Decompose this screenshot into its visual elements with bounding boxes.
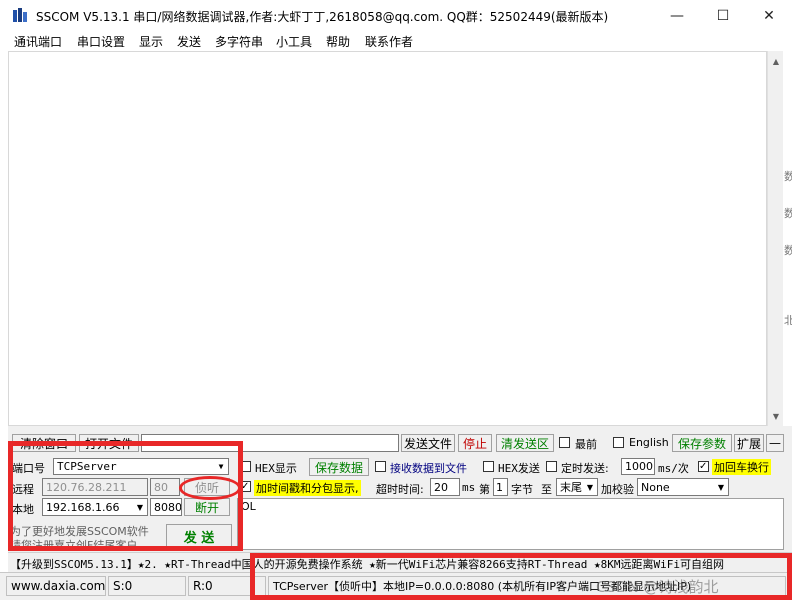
- hex-send-checkbox[interactable]: [483, 461, 494, 472]
- menu-bar: 通讯端口 串口设置 显示 发送 多字符串 小工具 帮助 联系作者: [8, 31, 792, 51]
- chevron-down-icon: ▼: [717, 482, 725, 492]
- timed-send-label: 定时发送:: [561, 462, 609, 475]
- interval-unit: ms/次: [658, 462, 689, 475]
- save-params-button[interactable]: 保存参数: [672, 434, 732, 452]
- status-website[interactable]: www.daxia.com: [6, 576, 106, 596]
- scroll-up-icon[interactable]: ▲: [768, 53, 784, 69]
- collapse-button[interactable]: —: [766, 434, 784, 452]
- menu-help[interactable]: 帮助: [326, 33, 350, 50]
- receive-to-file-checkbox[interactable]: [375, 461, 386, 472]
- maximize-button[interactable]: ☐: [700, 0, 746, 31]
- timeout-unit: ms: [462, 481, 476, 494]
- menu-send[interactable]: 发送: [177, 33, 201, 50]
- title-bar[interactable]: SSCOM V5.13.1 串口/网络数据调试器,作者:大虾丁丁,2618058…: [0, 0, 792, 31]
- edge-text: 北: [784, 314, 792, 327]
- menu-multi-string[interactable]: 多字符串: [215, 33, 263, 50]
- byte-from-field[interactable]: 1: [493, 478, 508, 496]
- menu-display[interactable]: 显示: [139, 33, 163, 50]
- timeout-field[interactable]: 20: [430, 478, 460, 496]
- to-select[interactable]: 末尾 ▼: [556, 478, 598, 496]
- receive-area[interactable]: [8, 51, 767, 426]
- status-sent-count: S:0: [108, 576, 186, 596]
- byte-from-label: 第: [479, 483, 490, 496]
- minimize-button[interactable]: —: [654, 0, 700, 31]
- send-text: OL: [241, 500, 256, 513]
- timestamp-label: 加时间戳和分包显示,: [254, 480, 361, 496]
- to-label: 至: [541, 483, 552, 496]
- to-value: 末尾: [560, 481, 582, 494]
- checksum-label: 加校验: [601, 483, 634, 496]
- expand-button[interactable]: 扩展: [734, 434, 764, 452]
- save-data-button[interactable]: 保存数据: [309, 458, 369, 476]
- app-icon: [13, 8, 27, 22]
- timed-send-checkbox[interactable]: [546, 461, 557, 472]
- topmost-checkbox[interactable]: [559, 437, 570, 448]
- edge-text: 数: [784, 244, 792, 257]
- menu-tools[interactable]: 小工具: [276, 33, 312, 50]
- checksum-value: None: [641, 480, 670, 494]
- scroll-down-icon[interactable]: ▼: [768, 408, 784, 424]
- timeout-label: 超时时间:: [376, 483, 424, 496]
- edge-text: 数: [784, 170, 792, 183]
- hex-display-label: HEX显示: [255, 462, 297, 475]
- window-title: SSCOM V5.13.1 串口/网络数据调试器,作者:大虾丁丁,2618058…: [36, 10, 609, 24]
- english-checkbox[interactable]: [613, 437, 624, 448]
- highlight-circle-listen: [179, 476, 241, 500]
- add-crlf-checkbox[interactable]: [698, 461, 709, 472]
- highlight-box-status: [250, 553, 792, 600]
- topmost-label: 最前: [575, 438, 597, 451]
- menu-port-settings[interactable]: 串口设置: [77, 33, 125, 50]
- checksum-select[interactable]: None ▼: [637, 478, 729, 496]
- vertical-scrollbar[interactable]: ▲ ▼: [767, 51, 783, 426]
- clear-send-button[interactable]: 清发送区: [496, 434, 554, 452]
- interval-field[interactable]: 1000: [621, 458, 655, 475]
- edge-text: 数: [784, 207, 792, 220]
- background-window-edge: [783, 51, 792, 426]
- receive-to-file-label: 接收数据到文件: [390, 462, 467, 475]
- hex-send-label: HEX发送: [498, 462, 540, 475]
- byte-unit-label: 字节: [511, 483, 533, 496]
- close-button[interactable]: ✕: [746, 0, 792, 31]
- chevron-down-icon: ▼: [586, 482, 594, 492]
- send-file-button[interactable]: 发送文件: [401, 434, 455, 452]
- stop-button[interactable]: 停止: [458, 434, 492, 452]
- add-crlf-label: 加回车换行: [712, 459, 771, 475]
- menu-comm-port[interactable]: 通讯端口: [14, 33, 62, 50]
- menu-contact-author[interactable]: 联系作者: [365, 33, 413, 50]
- send-text-area[interactable]: OL: [237, 498, 784, 550]
- english-label: English: [629, 436, 669, 449]
